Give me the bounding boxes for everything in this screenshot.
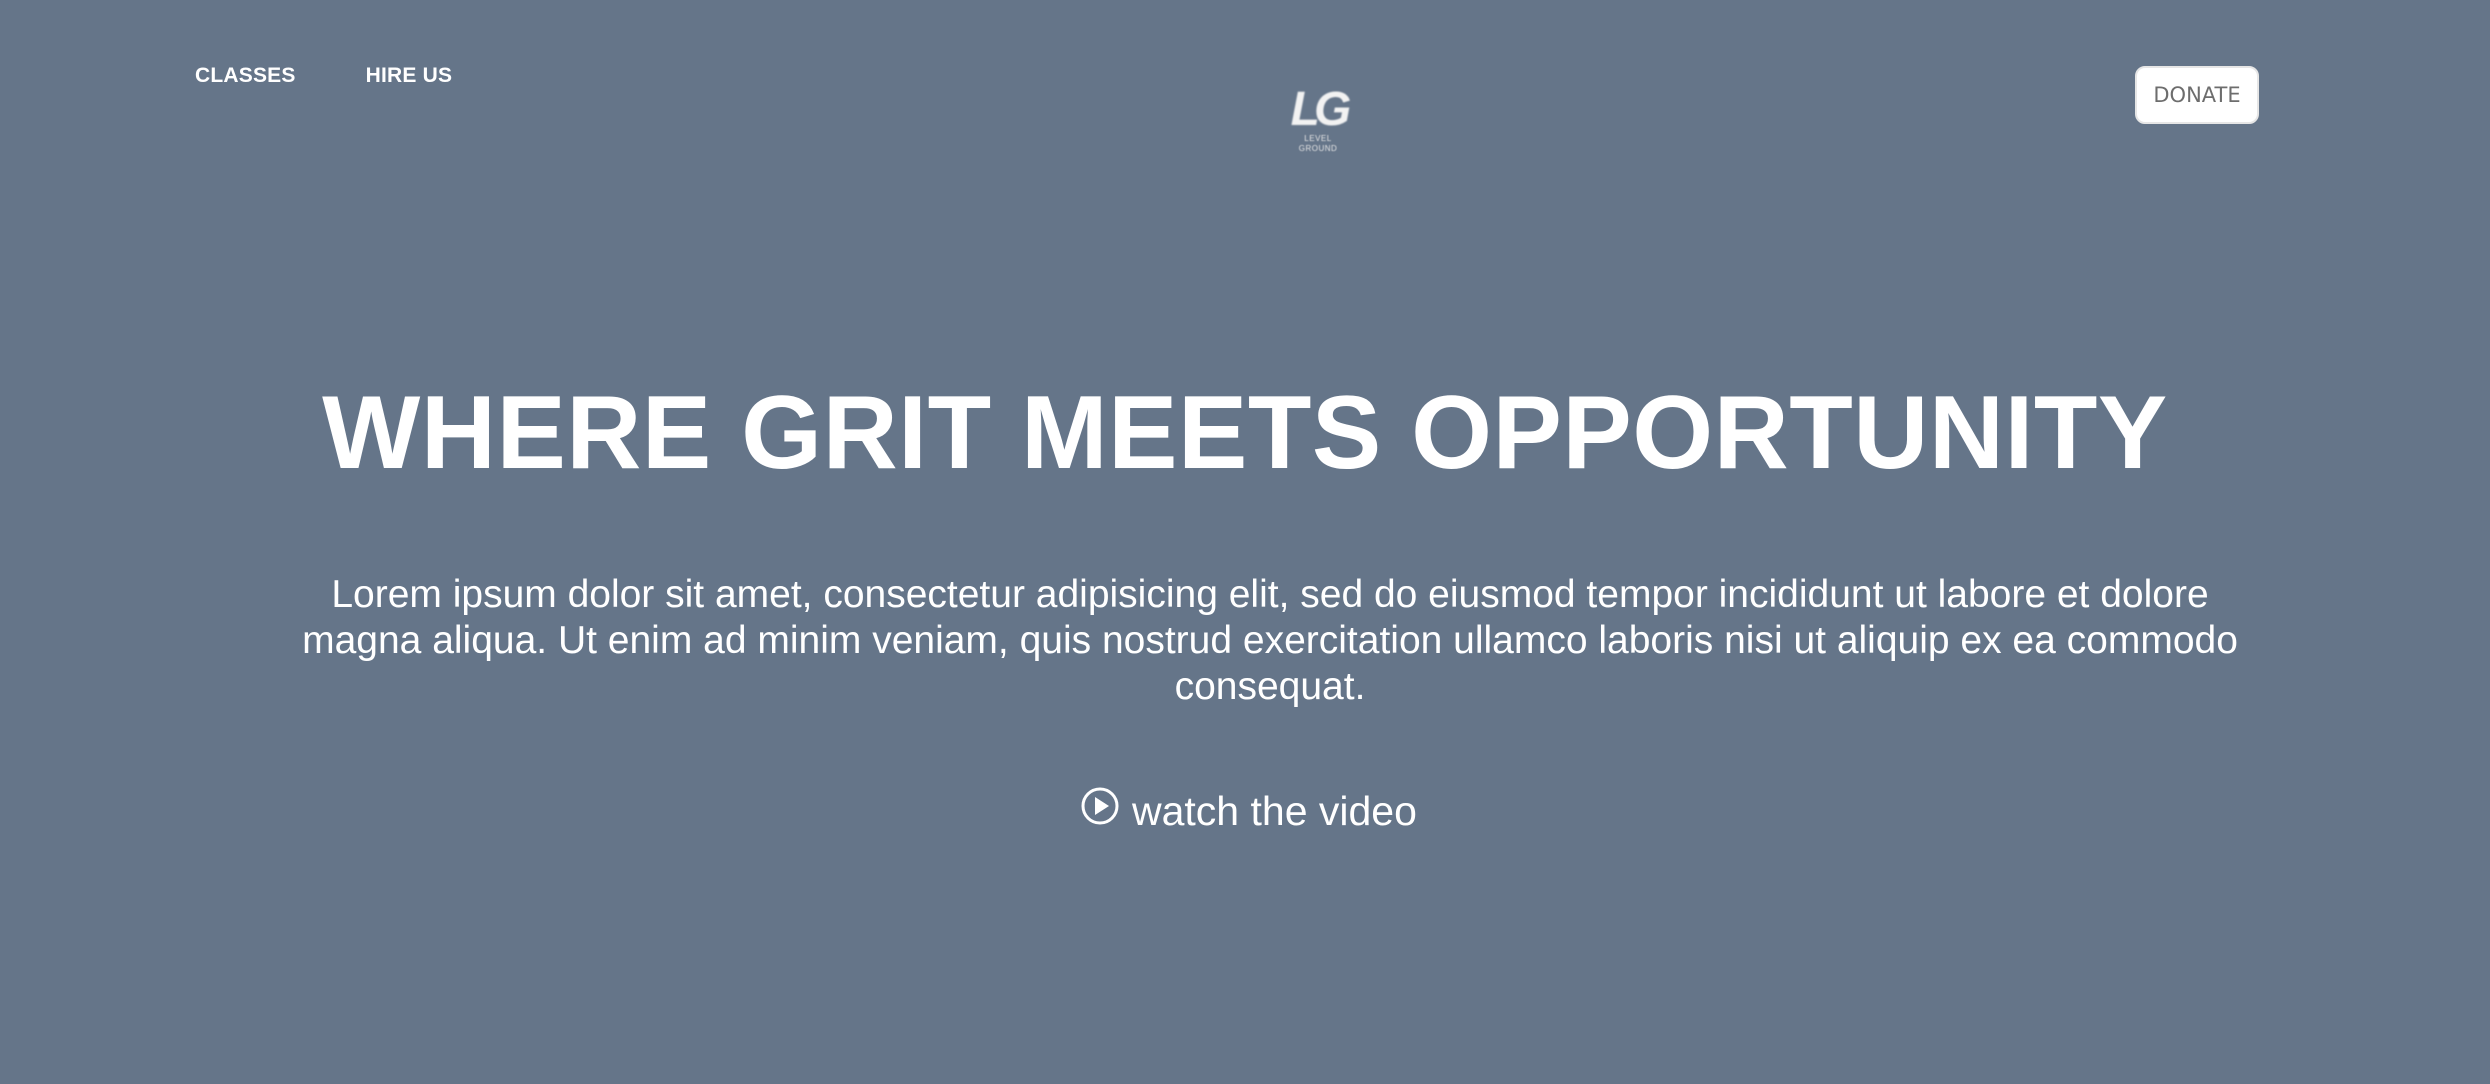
nav-link-hire-us[interactable]: HIRE US: [366, 64, 453, 88]
watch-video-label: watch the video: [1132, 787, 1417, 834]
site-logo[interactable]: LG LEVEL GROUND: [1285, 83, 1352, 154]
watch-video-link[interactable]: watch the video: [1080, 786, 1417, 836]
nav-link-classes[interactable]: CLASSES: [195, 64, 296, 88]
logo-subtext: LEVEL GROUND: [1298, 134, 1338, 153]
play-circle-icon: [1080, 786, 1120, 836]
main-nav: CLASSES HIRE US: [195, 64, 452, 88]
hero-title: WHERE GRIT MEETS OPPORTUNITY: [322, 375, 2168, 491]
donate-button[interactable]: DONATE: [2135, 66, 2259, 124]
hero-description: Lorem ipsum dolor sit amet, consectetur …: [302, 573, 2238, 708]
logo-mark: LG: [1290, 83, 1352, 136]
